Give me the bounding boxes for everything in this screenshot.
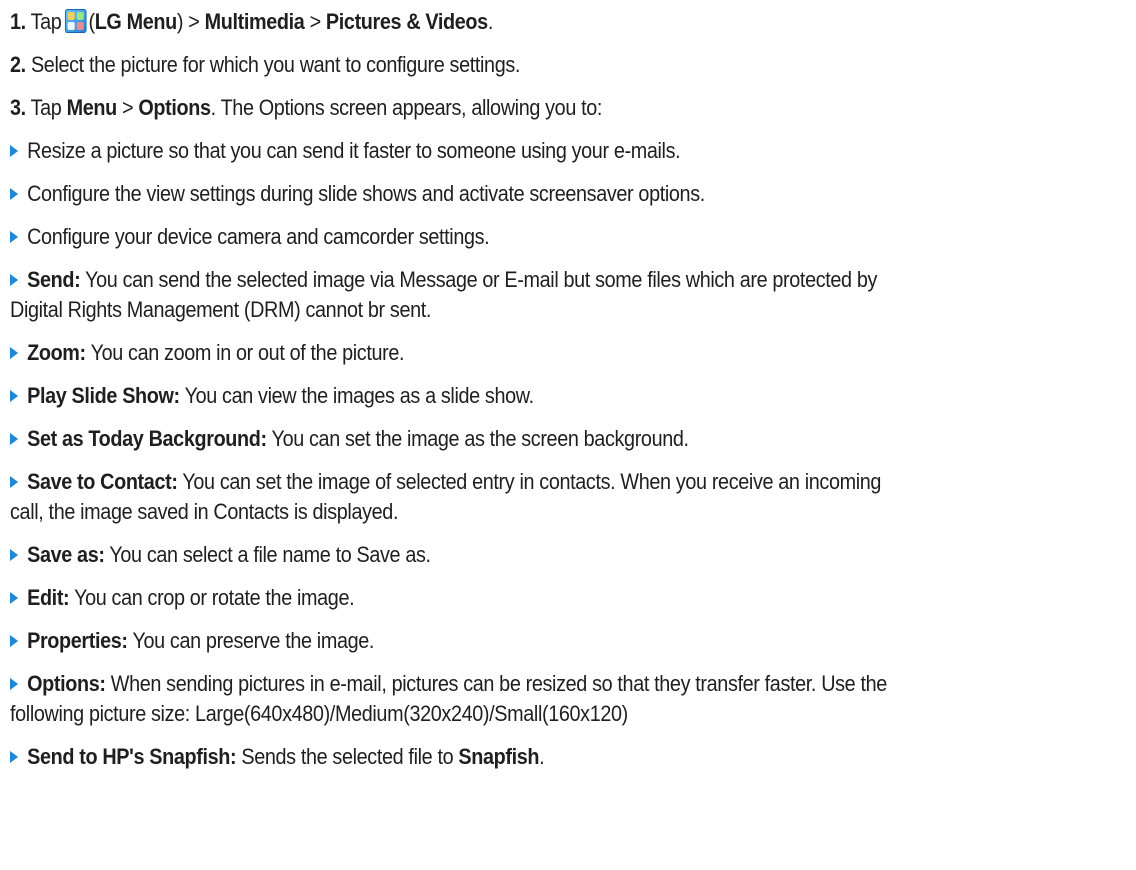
option-item-options: Options: When sending pictures in e-mail… [10,669,1117,729]
list-item: Configure the view settings during slide… [10,179,1117,209]
option-desc-continued: Digital Rights Management (DRM) cannot b… [10,297,432,322]
list-item: Resize a picture so that you can send it… [10,136,1117,166]
option-term: Edit: [27,585,70,610]
triangle-bullet-icon [10,390,19,402]
option-term: Play Slide Show: [27,383,180,408]
period: . [539,744,545,769]
step-number: 1. [10,9,26,34]
option-item-properties: Properties: You can preserve the image. [10,626,1117,656]
options-label: Options [138,95,211,120]
option-term: Options: [27,671,106,696]
option-item-play-slide-show: Play Slide Show: You can view the images… [10,381,1117,411]
list-item-text: Configure the view settings during slide… [27,181,705,206]
option-desc: You can zoom in or out of the picture. [85,340,405,365]
option-desc: You can crop or rotate the image. [69,585,355,610]
option-item-set-as-today-background: Set as Today Background: You can set the… [10,424,1117,454]
option-term: Properties: [27,628,128,653]
triangle-bullet-icon [10,347,19,359]
triangle-bullet-icon [10,476,19,488]
option-item-send-to-snapfish: Send to HP's Snapfish: Sends the selecte… [10,742,1117,772]
triangle-bullet-icon [10,592,19,604]
pictures-videos-label: Pictures & Videos [325,9,488,34]
option-desc: You can view the images as a slide show. [179,383,535,408]
list-item-text: Configure your device camera and camcord… [27,224,490,249]
triangle-bullet-icon [10,188,19,200]
step-text: Tap [30,9,62,34]
option-item-save-to-contact: Save to Contact: You can set the image o… [10,467,1117,527]
step-number: 3. [10,95,26,120]
option-desc-continued: call, the image saved in Contacts is dis… [10,499,399,524]
manual-page: 1. Tap (LG Menu) > Multimedia > Pictures … [0,0,1136,870]
triangle-bullet-icon [10,433,19,445]
option-desc: You can set the image of selected entry … [177,469,882,494]
list-item: Configure your device camera and camcord… [10,222,1117,252]
snapfish-label: Snapfish [458,744,540,769]
option-item-send: Send: You can send the selected image vi… [10,265,1117,325]
step-text: Select the picture for which you want to… [30,52,521,77]
triangle-bullet-icon [10,145,19,157]
multimedia-label: Multimedia [204,9,305,34]
lg-menu-label: LG Menu [94,9,178,34]
option-term: Set as Today Background: [27,426,267,451]
option-term: Send: [27,267,81,292]
step-1: 1. Tap (LG Menu) > Multimedia > Pictures … [10,9,493,34]
option-desc: You can send the selected image via Mess… [80,267,878,292]
option-desc: Sends the selected file to [236,744,459,769]
option-desc: You can set the image as the screen back… [266,426,689,451]
period: . [487,9,493,34]
option-desc: You can select a file name to Save as. [104,542,431,567]
step-text-post: . The Options screen appears, allowing y… [210,95,603,120]
separator: > [122,95,134,120]
option-item-zoom: Zoom: You can zoom in or out of the pict… [10,338,1117,368]
option-term: Save to Contact: [27,469,178,494]
option-term: Zoom: [27,340,86,365]
step-number: 2. [10,52,26,77]
menu-label: Menu [66,95,118,120]
step-2: 2. Select the picture for which you want… [10,50,520,80]
option-desc-continued: following picture size: Large(640x480)/M… [10,701,628,726]
option-term: Save as: [27,542,105,567]
triangle-bullet-icon [10,635,19,647]
step-3: 3. Tap Menu > Options. The Options scree… [10,93,602,123]
triangle-bullet-icon [10,751,19,763]
triangle-bullet-icon [10,231,19,243]
step-text: Tap [30,95,62,120]
separator: > [188,9,200,34]
triangle-bullet-icon [10,274,19,286]
triangle-bullet-icon [10,549,19,561]
option-item-save-as: Save as: You can select a file name to S… [10,540,1117,570]
option-term: Send to HP's Snapfish: [27,744,237,769]
option-desc: When sending pictures in e-mail, picture… [105,671,888,696]
triangle-bullet-icon [10,678,19,690]
separator: > [309,9,322,34]
option-item-edit: Edit: You can crop or rotate the image. [10,583,1117,613]
list-item-text: Resize a picture so that you can send it… [27,138,681,163]
option-desc: You can preserve the image. [127,628,375,653]
lg-menu-icon [65,9,87,33]
